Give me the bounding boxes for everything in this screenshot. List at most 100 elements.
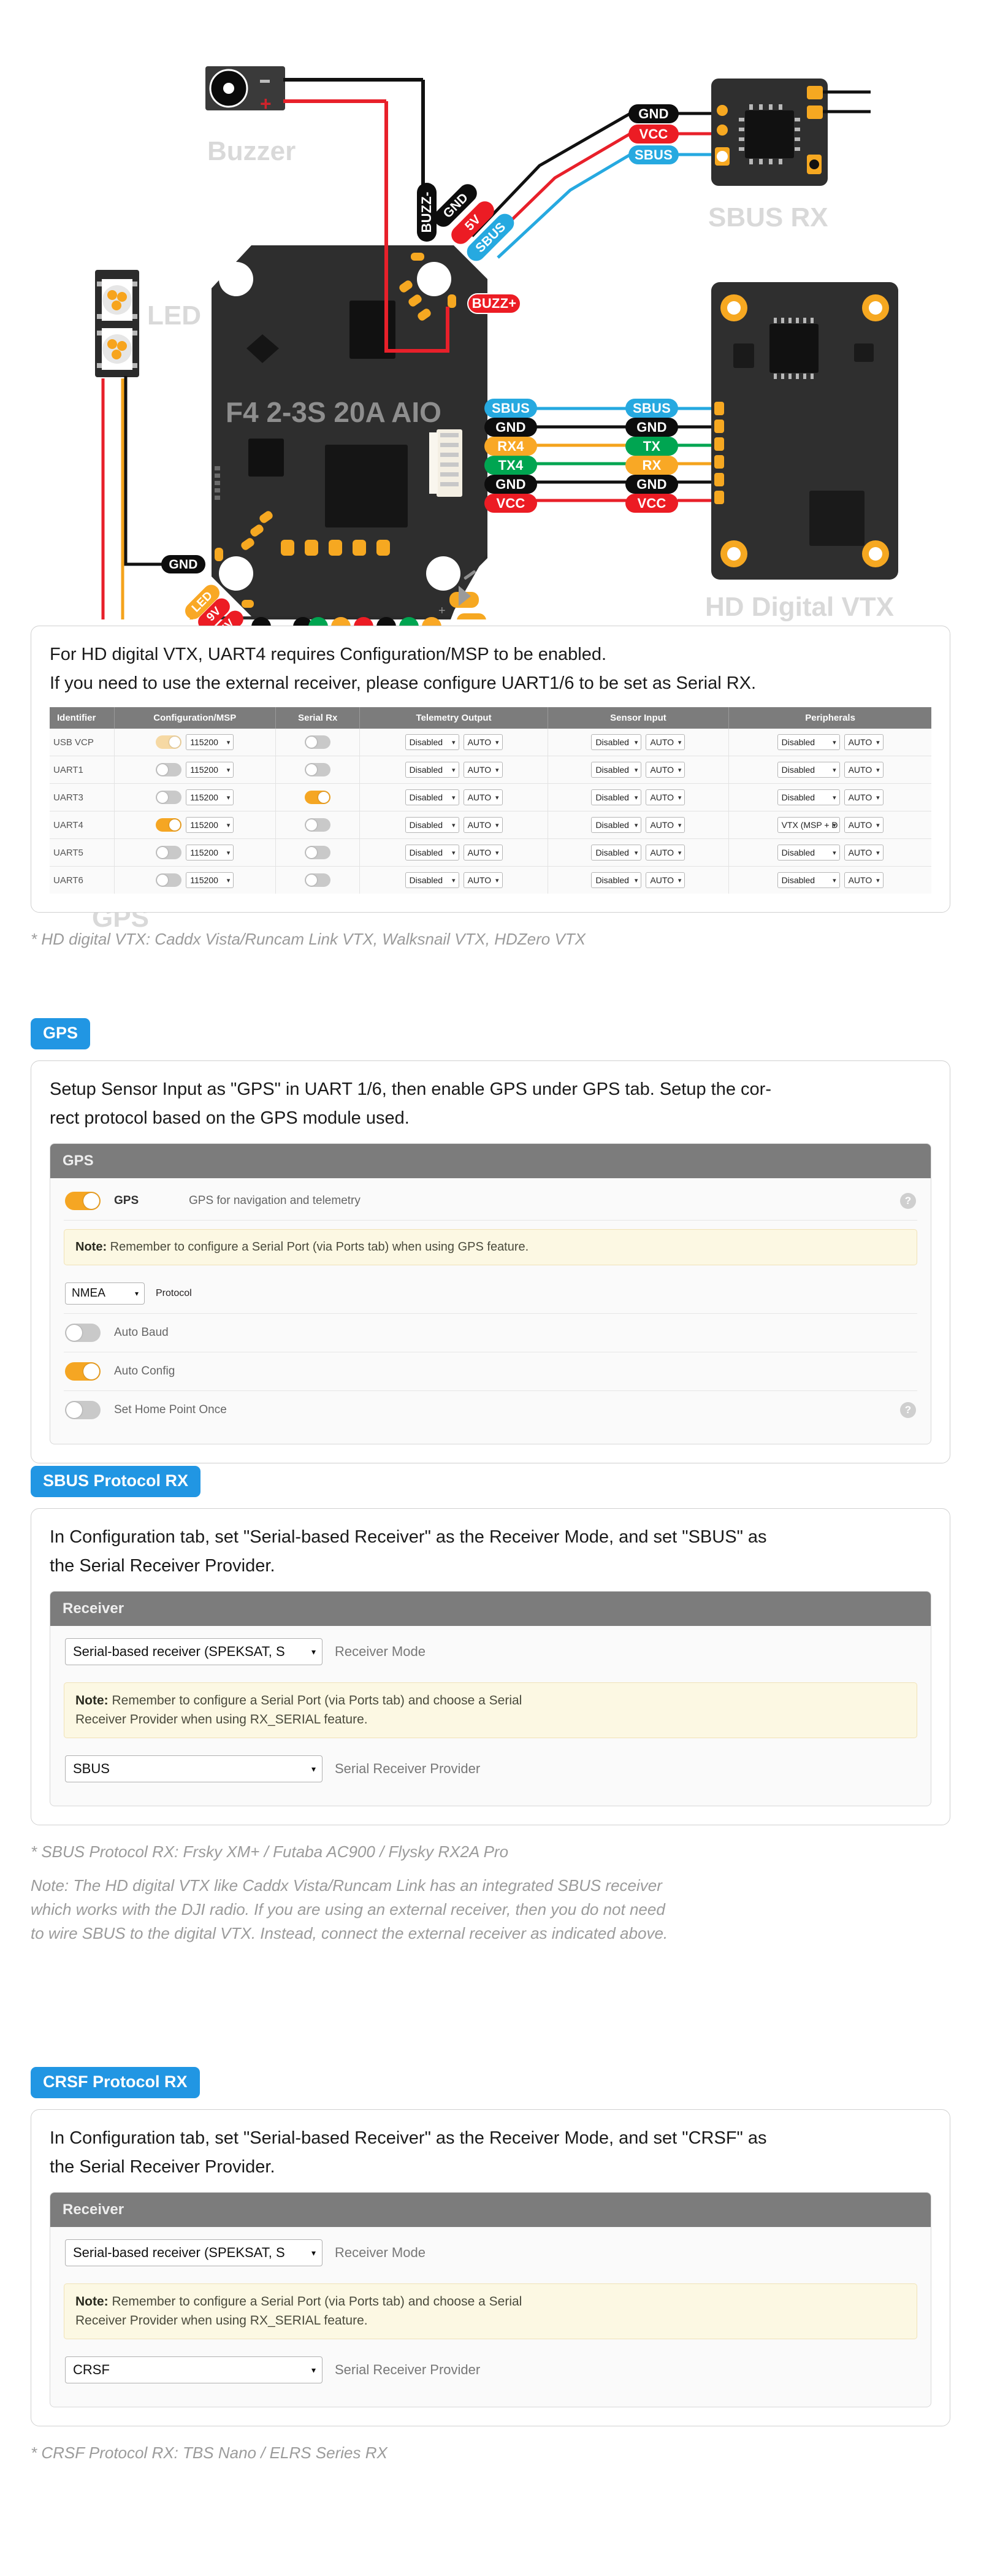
sensor-input-select[interactable]: Disabled bbox=[591, 817, 641, 833]
sensor-input-select[interactable]: Disabled bbox=[591, 789, 641, 805]
peripherals-baud-select[interactable]: AUTO bbox=[844, 817, 884, 833]
sbus-panel-title: Receiver bbox=[50, 1592, 931, 1626]
cell-identifier: UART6 bbox=[50, 867, 114, 894]
cell-sensor-input: Disabled AUTO bbox=[548, 784, 729, 811]
peripherals-select[interactable]: Disabled bbox=[777, 762, 840, 778]
auto-config-label: Auto Config bbox=[114, 1365, 916, 1378]
sbus-provider-select[interactable]: SBUS bbox=[65, 1755, 323, 1782]
telemetry-output-select[interactable]: Disabled bbox=[405, 845, 459, 861]
sensor-baud-select[interactable]: AUTO bbox=[646, 872, 685, 888]
gps-note-text: Remember to configure a Serial Port (via… bbox=[107, 1240, 529, 1254]
wiring-diagram: + + bbox=[0, 0, 981, 619]
cell-serial-rx bbox=[275, 839, 359, 867]
crsf-panel-title: Receiver bbox=[50, 2193, 931, 2227]
peripherals-baud-select[interactable]: AUTO bbox=[844, 789, 884, 805]
gps-auto-baud-row: Auto Baud bbox=[64, 1314, 917, 1352]
baudrate-select[interactable]: 115200 bbox=[186, 872, 234, 888]
cell-peripherals: DisabledAUTO bbox=[729, 839, 931, 867]
telemetry-baud-select[interactable]: AUTO bbox=[464, 762, 503, 778]
auto-baud-toggle[interactable] bbox=[65, 1324, 101, 1342]
th-identifier: Identifier bbox=[50, 707, 114, 729]
gps-enable-desc: GPS for navigation and telemetry bbox=[189, 1194, 887, 1208]
telemetry-output-select[interactable]: Disabled bbox=[405, 872, 459, 888]
peripherals-baud-select[interactable]: AUTO bbox=[844, 845, 884, 861]
serial-rx-toggle[interactable] bbox=[305, 791, 330, 804]
cell-identifier: UART3 bbox=[50, 784, 114, 811]
config-msp-toggle[interactable] bbox=[156, 791, 181, 804]
cell-telemetry-output: Disabled AUTO bbox=[360, 784, 548, 811]
telemetry-baud-select[interactable]: AUTO bbox=[464, 845, 503, 861]
sensor-baud-select[interactable]: AUTO bbox=[646, 762, 685, 778]
gps-panel-title: GPS bbox=[50, 1144, 931, 1178]
table-row: UART4115200DisabledAUTODisabledAUTOVTX (… bbox=[50, 811, 931, 839]
cell-config-msp: 115200 bbox=[114, 729, 275, 756]
config-msp-toggle[interactable] bbox=[156, 818, 181, 832]
auto-config-toggle[interactable] bbox=[65, 1362, 101, 1381]
baudrate-select[interactable]: 115200 bbox=[186, 845, 234, 861]
cell-telemetry-output: Disabled AUTO bbox=[360, 839, 548, 867]
serial-rx-toggle[interactable] bbox=[305, 763, 330, 776]
gps-protocol-select[interactable]: NMEA bbox=[65, 1282, 145, 1305]
config-msp-toggle[interactable] bbox=[156, 873, 181, 887]
telemetry-output-select[interactable]: Disabled bbox=[405, 817, 459, 833]
serial-rx-toggle[interactable] bbox=[305, 735, 330, 749]
crsf-lead-line1: In Configuration tab, set "Serial-based … bbox=[50, 2126, 931, 2151]
telemetry-output-select[interactable]: Disabled bbox=[405, 762, 459, 778]
config-msp-toggle[interactable] bbox=[156, 735, 181, 749]
sensor-baud-select[interactable]: AUTO bbox=[646, 845, 685, 861]
set-home-point-toggle[interactable] bbox=[65, 1401, 101, 1419]
sensor-baud-select[interactable]: AUTO bbox=[646, 789, 685, 805]
sensor-input-select[interactable]: Disabled bbox=[591, 845, 641, 861]
telemetry-baud-select[interactable]: AUTO bbox=[464, 872, 503, 888]
pin-label-vtx-sbus: SBUS bbox=[625, 399, 678, 418]
telemetry-baud-select[interactable]: AUTO bbox=[464, 789, 503, 805]
crsf-footnote: * CRSF Protocol RX: TBS Nano / ELRS Seri… bbox=[31, 2441, 950, 2465]
telemetry-baud-select[interactable]: AUTO bbox=[464, 817, 503, 833]
flight-controller-board: + bbox=[212, 245, 487, 619]
peripherals-baud-select[interactable]: AUTO bbox=[844, 734, 884, 750]
serial-rx-toggle[interactable] bbox=[305, 818, 330, 832]
cell-peripherals: DisabledAUTO bbox=[729, 784, 931, 811]
help-icon[interactable]: ? bbox=[900, 1402, 916, 1418]
telemetry-output-select[interactable]: Disabled bbox=[405, 789, 459, 805]
serial-rx-toggle[interactable] bbox=[305, 846, 330, 859]
telemetry-baud-select[interactable]: AUTO bbox=[464, 734, 503, 750]
sensor-input-select[interactable]: Disabled bbox=[591, 762, 641, 778]
peripherals-select[interactable]: Disabled bbox=[777, 789, 840, 805]
telemetry-output-select[interactable]: Disabled bbox=[405, 734, 459, 750]
sensor-baud-select[interactable]: AUTO bbox=[646, 734, 685, 750]
peripherals-select[interactable]: Disabled bbox=[777, 845, 840, 861]
serial-rx-toggle[interactable] bbox=[305, 873, 330, 887]
peripherals-baud-select[interactable]: AUTO bbox=[844, 762, 884, 778]
peripherals-select[interactable]: Disabled bbox=[777, 734, 840, 750]
baudrate-select[interactable]: 115200 bbox=[186, 817, 234, 833]
cell-identifier: UART5 bbox=[50, 839, 114, 867]
svg-text:+: + bbox=[260, 93, 272, 115]
crsf-receiver-mode-select[interactable]: Serial-based receiver (SPEKSAT, S bbox=[65, 2239, 323, 2266]
baudrate-select[interactable]: 115200 bbox=[186, 734, 234, 750]
gps-enable-name: GPS bbox=[114, 1194, 175, 1208]
sbus-footnote: * SBUS Protocol RX: Frsky XM+ / Futaba A… bbox=[31, 1840, 950, 1864]
peripherals-baud-select[interactable]: AUTO bbox=[844, 872, 884, 888]
sensor-baud-select[interactable]: AUTO bbox=[646, 817, 685, 833]
gps-enable-toggle[interactable] bbox=[65, 1192, 101, 1210]
peripherals-select[interactable]: VTX (MSP + D bbox=[777, 817, 840, 833]
config-msp-toggle[interactable] bbox=[156, 763, 181, 776]
crsf-card: In Configuration tab, set "Serial-based … bbox=[31, 2109, 950, 2426]
sbus-lead-line1: In Configuration tab, set "Serial-based … bbox=[50, 1525, 931, 1550]
sensor-input-select[interactable]: Disabled bbox=[591, 872, 641, 888]
sbus-receiver-mode-select[interactable]: Serial-based receiver (SPEKSAT, S bbox=[65, 1638, 323, 1665]
sbus-card: In Configuration tab, set "Serial-based … bbox=[31, 1508, 950, 1825]
chip-gps: GPS bbox=[31, 1018, 90, 1049]
config-msp-toggle[interactable] bbox=[156, 846, 181, 859]
pin-label-fc-vtx-gnd1: GND bbox=[484, 418, 537, 437]
baudrate-select[interactable]: 115200 bbox=[186, 762, 234, 778]
peripherals-select[interactable]: Disabled bbox=[777, 872, 840, 888]
label-led: LED bbox=[147, 301, 201, 331]
sensor-input-select[interactable]: Disabled bbox=[591, 734, 641, 750]
help-icon[interactable]: ? bbox=[900, 1193, 916, 1209]
cell-serial-rx bbox=[275, 811, 359, 839]
crsf-provider-select[interactable]: CRSF bbox=[65, 2356, 323, 2383]
cell-config-msp: 115200 bbox=[114, 784, 275, 811]
baudrate-select[interactable]: 115200 bbox=[186, 789, 234, 805]
